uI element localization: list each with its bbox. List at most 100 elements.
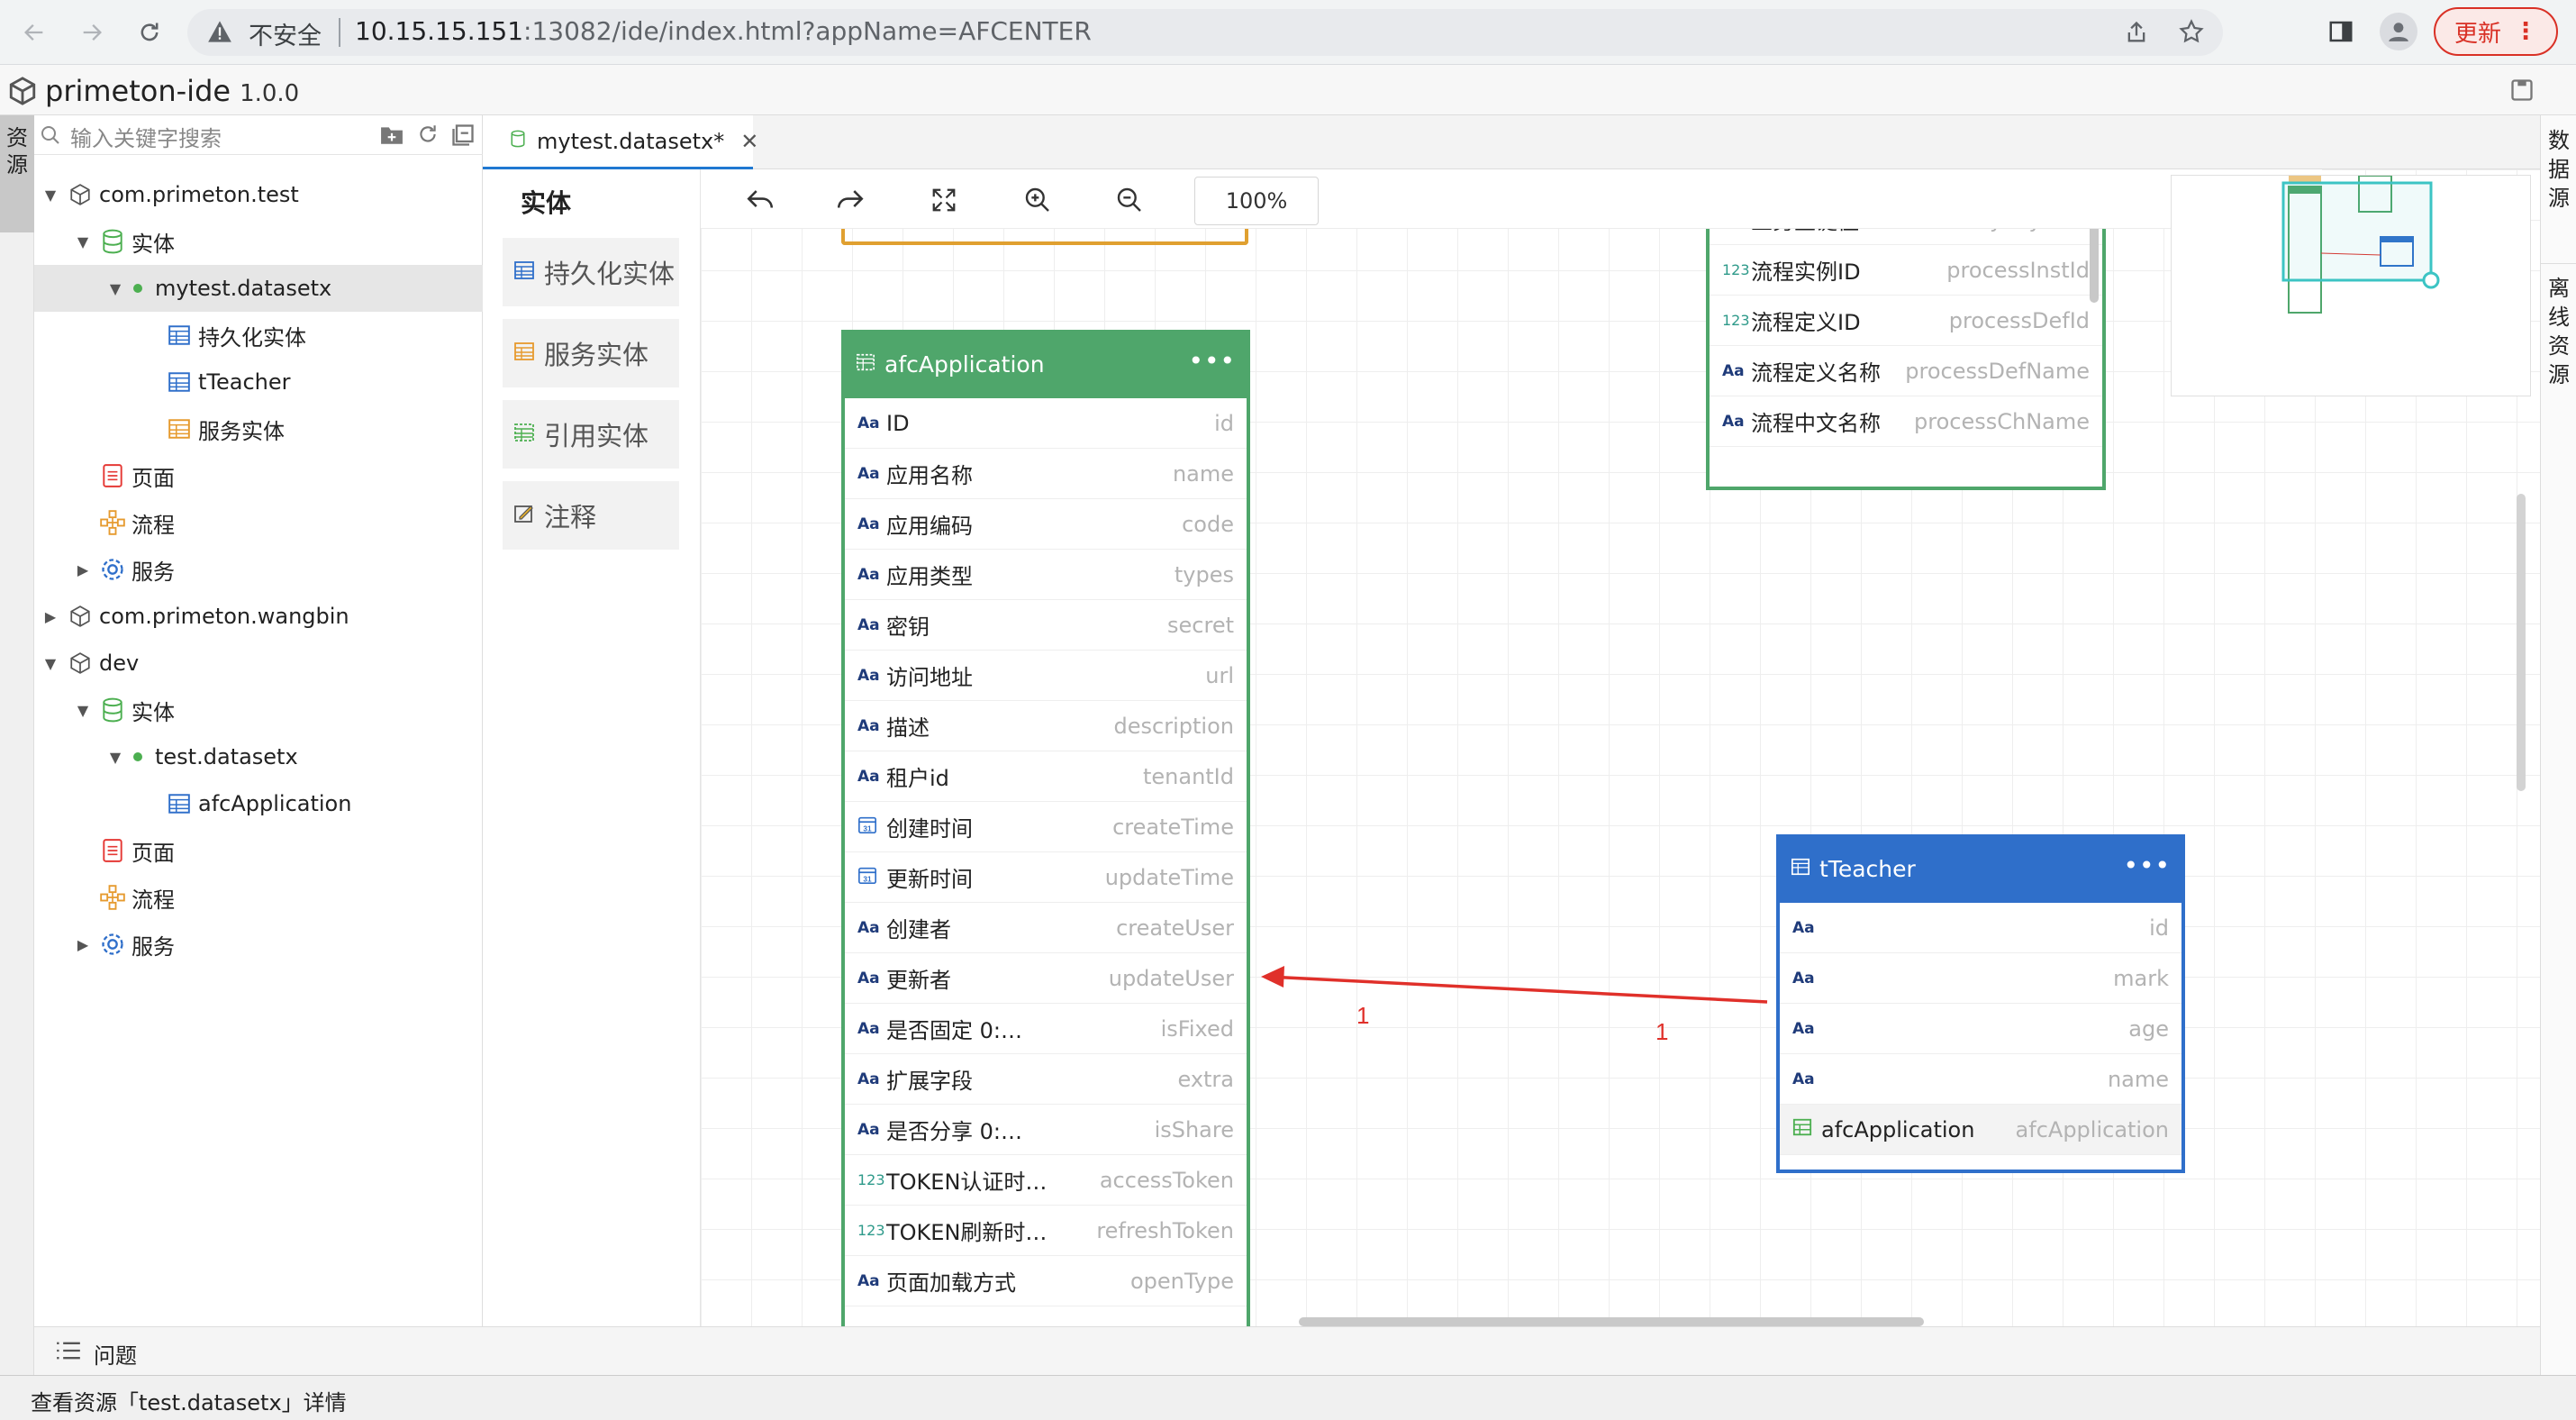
save-icon[interactable] xyxy=(2509,77,2535,106)
caret-right-icon[interactable]: ▶ xyxy=(72,561,94,578)
back-icon[interactable] xyxy=(14,13,54,52)
tab-resources[interactable]: 资源 xyxy=(0,115,34,232)
warning-icon[interactable] xyxy=(207,20,232,47)
entity-field[interactable]: Aa 流程中文名称 processChName xyxy=(1710,396,2102,447)
entity-field[interactable]: Aa 扩展字段 extra xyxy=(845,1054,1247,1105)
entity-afcapplication[interactable]: afcApplication ••• Aa ID id Aa 应用名称 name Aa 应用编… xyxy=(841,330,1250,1326)
tree-item-project-dev[interactable]: ▼ dev xyxy=(34,640,483,687)
entity-field[interactable]: Aa age xyxy=(1780,1004,2181,1054)
entity-field[interactable]: 123 流程实例ID processInstId xyxy=(1710,245,2102,296)
entity-field[interactable]: 31 创建时间 createTime xyxy=(845,802,1247,852)
caret-down-icon[interactable]: ▼ xyxy=(104,749,126,766)
entity-field[interactable]: 31 更新时间 updateTime xyxy=(845,852,1247,903)
forward-icon[interactable] xyxy=(72,13,112,52)
entity-field[interactable]: Aa 是否分享 0:… isShare xyxy=(845,1105,1247,1155)
tree-item-flow[interactable]: 流程 xyxy=(34,499,483,546)
zoom-in-icon[interactable] xyxy=(1018,180,1057,220)
search-input[interactable]: 输入关键字搜索 xyxy=(70,121,222,152)
entity-field[interactable]: Aa mark xyxy=(1780,953,2181,1004)
zoom-out-icon[interactable] xyxy=(1110,180,1149,220)
url-text[interactable]: 10.15.15.151:13082/ide/index.html?appNam… xyxy=(355,16,1092,46)
entity-field[interactable]: Aa 流程定义名称 processDefName xyxy=(1710,346,2102,396)
palette-service-entity[interactable]: 服务实体 xyxy=(503,319,679,387)
entity-field[interactable]: afcApplication afcApplication xyxy=(1780,1105,2181,1155)
caret-down-icon[interactable]: ▼ xyxy=(104,280,126,297)
tab-datasource[interactable]: 数据源 xyxy=(2541,126,2576,213)
entity-field[interactable]: Aa 页面加载方式 openType xyxy=(845,1256,1247,1306)
caret-right-icon[interactable]: ▶ xyxy=(72,936,94,953)
caret-down-icon[interactable]: ▼ xyxy=(72,702,94,719)
tree-item-project[interactable]: ▶ com.primeton.wangbin xyxy=(34,593,483,640)
tree-item-service-entity[interactable]: 服务实体 xyxy=(34,405,483,452)
entity-field[interactable]: Aa 租户id tenantId xyxy=(845,751,1247,802)
address-bar[interactable]: 不安全 10.15.15.151:13082/ide/index.html?ap… xyxy=(187,9,2223,56)
entity-field[interactable]: Aa 访问地址 url xyxy=(845,651,1247,701)
tree-item-project[interactable]: ▼ com.primeton.test xyxy=(34,171,483,218)
tree-item-persistent-entity[interactable]: 持久化实体 xyxy=(34,312,483,359)
tree-item-entity-folder[interactable]: ▼ 实体 xyxy=(34,687,483,733)
entity-header[interactable]: afcApplication ••• xyxy=(845,330,1247,398)
entity-field[interactable]: Aa id xyxy=(1780,903,2181,953)
entity-field[interactable]: Aa ID id xyxy=(845,398,1247,449)
tree-item-dataset[interactable]: ▼ mytest.datasetx xyxy=(34,265,483,312)
sidebar-icon[interactable] xyxy=(2327,18,2354,49)
reload-icon[interactable] xyxy=(130,13,169,52)
relation-line[interactable] xyxy=(1267,975,1768,1004)
field-label: 描述 xyxy=(886,715,930,741)
tree-item-flow[interactable]: 流程 xyxy=(34,874,483,921)
entity-field[interactable]: Aa 应用编码 code xyxy=(845,499,1247,550)
palette-comment[interactable]: 注释 xyxy=(503,481,679,550)
caret-down-icon[interactable]: ▼ xyxy=(40,187,61,204)
entity-field[interactable]: Aa 应用类型 types xyxy=(845,550,1247,600)
collapse-all-icon[interactable] xyxy=(450,123,476,151)
tab-offline-resources[interactable]: 离线资源 xyxy=(2541,274,2576,389)
refresh-icon[interactable] xyxy=(416,123,440,150)
new-folder-icon[interactable] xyxy=(380,124,404,150)
entity-field[interactable]: Aa 是否固定 0:… isFixed xyxy=(845,1004,1247,1054)
entity-field[interactable]: Aa name xyxy=(1780,1054,2181,1105)
caret-down-icon[interactable]: ▼ xyxy=(40,655,61,672)
profile-icon[interactable] xyxy=(2380,13,2417,50)
entity-process[interactable]: Aa业务主键值bizPrimaryKeyVa…123流程实例IDprocessI… xyxy=(1706,205,2106,490)
entity-header[interactable]: tTeacher ••• xyxy=(1780,834,2181,903)
entity-tteacher[interactable]: tTeacher ••• Aa id Aa mark Aa age Aa name afcApp… xyxy=(1776,834,2185,1173)
tree-item-tteacher[interactable]: tTeacher xyxy=(34,359,483,405)
tree-item-entity-folder[interactable]: ▼ 实体 xyxy=(34,218,483,265)
zoom-level-input[interactable]: 100% xyxy=(1194,177,1319,225)
tree-item-service[interactable]: ▶ 服务 xyxy=(34,921,483,968)
minimap[interactable] xyxy=(2171,175,2531,396)
entity-field[interactable]: 123 流程定义ID processDefId xyxy=(1710,296,2102,346)
horizontal-scrollbar[interactable] xyxy=(1299,1317,1924,1326)
problems-panel-bar[interactable]: 问题 xyxy=(34,1326,2540,1375)
text-type-icon: Aa xyxy=(857,514,880,533)
entity-field[interactable]: Aa 应用名称 name xyxy=(845,449,1247,499)
tree-item-service[interactable]: ▶ 服务 xyxy=(34,546,483,593)
entity-field[interactable]: Aa 描述 description xyxy=(845,701,1247,751)
diagram-canvas[interactable]: Aa业务主键值bizPrimaryKeyVa…123流程实例IDprocessI… xyxy=(701,169,2540,1326)
more-icon[interactable]: ••• xyxy=(2123,851,2171,880)
update-button[interactable]: 更新 ⋮ xyxy=(2434,7,2558,56)
entity-field[interactable]: Aa 密钥 secret xyxy=(845,600,1247,651)
star-icon[interactable] xyxy=(2178,18,2205,49)
tree-item-page[interactable]: 页面 xyxy=(34,827,483,874)
palette-reference-entity[interactable]: 引用实体 xyxy=(503,400,679,469)
palette-persistent-entity[interactable]: 持久化实体 xyxy=(503,238,679,306)
vertical-scrollbar[interactable] xyxy=(2517,494,2526,791)
entity-field-list: Aa业务主键值bizPrimaryKeyVa…123流程实例IDprocessI… xyxy=(1710,205,2102,447)
caret-right-icon[interactable]: ▶ xyxy=(40,608,61,625)
entity-field[interactable]: 123 TOKEN刷新时… refreshToken xyxy=(845,1206,1247,1256)
caret-down-icon[interactable]: ▼ xyxy=(72,233,94,250)
redo-icon[interactable] xyxy=(830,180,870,220)
fit-screen-icon[interactable] xyxy=(924,180,964,220)
close-icon[interactable]: ✕ xyxy=(740,129,758,154)
tree-item-page[interactable]: 页面 xyxy=(34,452,483,499)
tree-item-afcapplication[interactable]: afcApplication xyxy=(34,780,483,827)
share-icon[interactable] xyxy=(2124,20,2149,49)
entity-field[interactable]: 123 TOKEN认证时… accessToken xyxy=(845,1155,1247,1206)
entity-field[interactable]: Aa 更新者 updateUser xyxy=(845,953,1247,1004)
more-icon[interactable]: ••• xyxy=(1188,346,1236,376)
tree-item-dataset[interactable]: ▼ test.datasetx xyxy=(34,733,483,780)
undo-icon[interactable] xyxy=(740,180,780,220)
tab-mytest-datasetx[interactable]: mytest.datasetx* ✕ xyxy=(483,115,758,169)
entity-field[interactable]: Aa 创建者 createUser xyxy=(845,903,1247,953)
